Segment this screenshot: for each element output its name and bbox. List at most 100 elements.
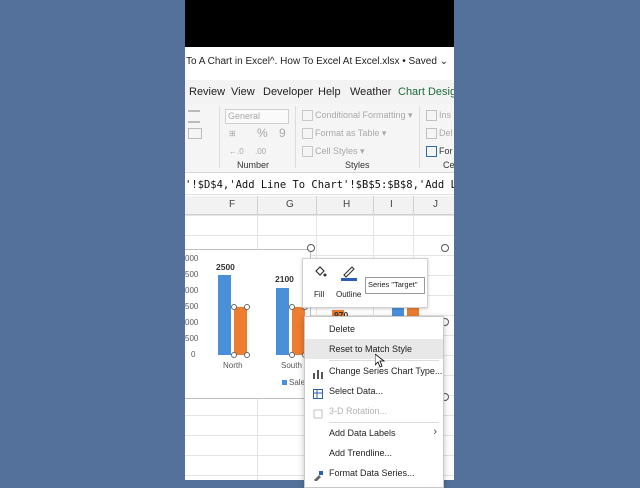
format-cells-button[interactable]: For bbox=[439, 146, 453, 156]
tab-developer[interactable]: Developer bbox=[263, 86, 313, 98]
column-header-f[interactable]: F bbox=[229, 199, 235, 210]
percent-button[interactable]: % bbox=[257, 126, 268, 140]
mouse-cursor-icon bbox=[374, 353, 386, 368]
tab-help[interactable]: Help bbox=[318, 86, 341, 98]
fill-label[interactable]: Fill bbox=[314, 290, 324, 299]
ribbon-separator bbox=[295, 106, 296, 168]
context-menu: Delete Reset to Match Style Change Serie… bbox=[304, 316, 444, 488]
ribbon: General ⊞ % 9 ←.0 .00 Number Conditional… bbox=[185, 104, 454, 173]
tab-chart-design[interactable]: Chart Design bbox=[398, 86, 454, 98]
comma-button[interactable]: 9 bbox=[279, 126, 286, 140]
file-title[interactable]: To A Chart in Excel^. How To Excel At Ex… bbox=[186, 56, 448, 67]
column-divider bbox=[257, 196, 258, 214]
video-black-bar bbox=[185, 0, 454, 47]
legend-label-sales: Sale bbox=[289, 378, 306, 387]
menu-item-add-trendline[interactable]: Add Trendline... bbox=[305, 443, 443, 463]
series-selection-handle[interactable] bbox=[289, 352, 295, 358]
column-header-j[interactable]: J bbox=[433, 199, 438, 210]
menu-item-label: Reset to Match Style bbox=[329, 344, 413, 354]
group-label-styles: Styles bbox=[345, 160, 370, 170]
menu-item-add-data-labels[interactable]: Add Data Labels › bbox=[305, 423, 443, 443]
menu-item-reset-to-match-style[interactable]: Reset to Match Style bbox=[305, 339, 443, 359]
delete-cells-icon bbox=[426, 128, 437, 139]
format-as-table-button[interactable]: Format as Table ▾ bbox=[315, 128, 386, 139]
format-cells-icon bbox=[426, 146, 437, 157]
menu-item-select-data[interactable]: Select Data... bbox=[305, 381, 443, 401]
paint-bucket-icon[interactable] bbox=[313, 265, 327, 279]
menu-item-change-series-chart-type[interactable]: Change Series Chart Type... bbox=[305, 361, 443, 381]
series-selection-handle[interactable] bbox=[244, 352, 250, 358]
column-headers: F G H I J bbox=[185, 196, 454, 215]
chart-area[interactable]: 000 500 000 500 000 500 0 2500 2100 Nort… bbox=[185, 249, 311, 399]
mini-toolbar: Fill Outline Series "Target" bbox=[302, 258, 428, 308]
y-tick-label: 000 bbox=[185, 318, 199, 327]
y-tick-label: 500 bbox=[185, 270, 199, 279]
legend-swatch-sales bbox=[282, 380, 287, 385]
y-tick-label: 000 bbox=[185, 254, 199, 263]
series-select-value: Series "Target" bbox=[368, 280, 418, 289]
menu-item-delete[interactable]: Delete bbox=[305, 319, 443, 339]
y-tick-label: 500 bbox=[185, 302, 199, 311]
formula-bar[interactable]: '!$D$4,'Add Line To Chart'!$B$5:$B$8,'Ad… bbox=[185, 176, 454, 195]
column-divider bbox=[316, 196, 317, 214]
menu-item-label: Change Series Chart Type... bbox=[329, 366, 443, 376]
conditional-formatting-icon bbox=[302, 110, 313, 121]
data-label: 2100 bbox=[275, 274, 294, 284]
group-label-cells: Cel bbox=[443, 160, 454, 170]
column-header-i[interactable]: I bbox=[390, 199, 393, 210]
ribbon-separator bbox=[419, 106, 420, 168]
menu-item-label: Select Data... bbox=[329, 386, 384, 396]
tab-weather[interactable]: Weather bbox=[350, 86, 391, 98]
series-selection-handle[interactable] bbox=[231, 304, 237, 310]
resize-handle[interactable] bbox=[441, 244, 449, 252]
category-label: North bbox=[223, 361, 243, 370]
wrap-icon[interactable] bbox=[188, 128, 202, 139]
cell-styles-icon bbox=[302, 146, 313, 157]
insert-cells-icon bbox=[426, 110, 437, 121]
data-bar[interactable] bbox=[234, 307, 247, 355]
data-bar[interactable] bbox=[276, 287, 289, 355]
group-label-number: Number bbox=[237, 160, 270, 170]
series-select[interactable]: Series "Target" bbox=[365, 277, 425, 294]
y-tick-label: 000 bbox=[185, 286, 199, 295]
insert-cells-button[interactable]: Ins bbox=[439, 110, 451, 120]
increase-decimal-icon[interactable]: ←.0 bbox=[229, 147, 244, 156]
menu-item-label: Add Trendline... bbox=[329, 448, 393, 458]
reset-icon bbox=[313, 344, 323, 354]
title-bar: To A Chart in Excel^. How To Excel At Ex… bbox=[185, 47, 454, 80]
decrease-decimal-icon[interactable]: .00 bbox=[255, 147, 266, 156]
tab-view[interactable]: View bbox=[231, 86, 255, 98]
menu-item-label: 3-D Rotation... bbox=[329, 406, 388, 416]
outline-pen-icon[interactable] bbox=[340, 265, 358, 281]
number-format-dropdown[interactable]: General bbox=[225, 109, 289, 124]
menu-item-label: Add Data Labels bbox=[329, 428, 396, 438]
tab-review[interactable]: Review bbox=[189, 86, 225, 98]
outline-label[interactable]: Outline bbox=[336, 290, 361, 299]
format-as-table-icon bbox=[302, 128, 313, 139]
number-format-value: General bbox=[228, 111, 261, 121]
menu-item-label: Delete bbox=[329, 324, 356, 334]
menu-item-format-data-series[interactable]: Format Data Series... bbox=[305, 463, 443, 483]
cell-styles-button[interactable]: Cell Styles ▾ bbox=[315, 146, 365, 157]
column-divider bbox=[373, 196, 374, 214]
column-header-h[interactable]: H bbox=[343, 199, 350, 210]
align-icon[interactable] bbox=[188, 110, 200, 123]
menu-item-label: Format Data Series... bbox=[329, 468, 415, 478]
resize-handle[interactable] bbox=[307, 244, 315, 252]
accounting-icon[interactable]: ⊞ bbox=[229, 129, 236, 138]
menu-item-3d-rotation[interactable]: 3-D Rotation... bbox=[305, 401, 443, 421]
column-header-g[interactable]: G bbox=[286, 199, 294, 210]
conditional-formatting-button[interactable]: Conditional Formatting ▾ bbox=[315, 110, 413, 121]
y-tick-label: 500 bbox=[185, 334, 199, 343]
delete-cells-button[interactable]: Del bbox=[439, 128, 453, 138]
data-bar[interactable] bbox=[218, 275, 231, 355]
series-selection-handle[interactable] bbox=[231, 352, 237, 358]
data-label: 2500 bbox=[216, 262, 235, 272]
series-selection-handle[interactable] bbox=[289, 304, 295, 310]
series-selection-handle[interactable] bbox=[244, 304, 250, 310]
category-label: South bbox=[281, 361, 302, 370]
ribbon-tabs: Review View Developer Help Weather Chart… bbox=[185, 80, 454, 104]
format-icon bbox=[313, 468, 323, 482]
rotation-icon bbox=[313, 406, 323, 419]
select-data-icon bbox=[313, 386, 323, 399]
